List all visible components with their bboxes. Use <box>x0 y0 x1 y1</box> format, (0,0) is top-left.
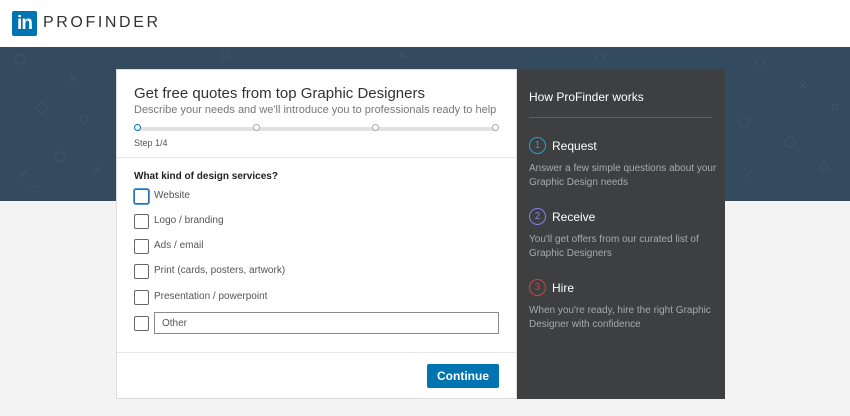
divider <box>117 352 516 353</box>
continue-button[interactable]: Continue <box>427 364 499 388</box>
form-title: Get free quotes from top Graphic Designe… <box>134 85 425 102</box>
top-bar: in PROFINDER <box>0 0 850 47</box>
panel-title: How ProFinder works <box>529 90 644 104</box>
progress-step-3 <box>372 124 379 131</box>
divider <box>117 157 516 158</box>
step-2-description: You'll get offers from our curated list … <box>529 234 699 259</box>
website-checkbox[interactable] <box>134 189 149 204</box>
step-2-badge: 2 <box>529 208 546 225</box>
option-label: Presentation / powerpoint <box>154 291 268 302</box>
other-input[interactable] <box>154 312 499 334</box>
option-label: Website <box>154 190 190 201</box>
option-label: Logo / branding <box>154 215 224 226</box>
logo-branding-checkbox[interactable] <box>134 214 149 229</box>
step-1-name: Request <box>552 139 597 153</box>
progress-step-4 <box>492 124 499 131</box>
linkedin-logo[interactable]: in <box>12 11 37 36</box>
ads-email-checkbox[interactable] <box>134 239 149 254</box>
question-label: What kind of design services? <box>134 171 278 182</box>
profinder-brand[interactable]: PROFINDER <box>43 14 161 32</box>
step-label: Step 1/4 <box>134 138 168 148</box>
how-it-works-panel: How ProFinder works 1 Request Answer a f… <box>517 69 725 399</box>
quote-form-card: Get free quotes from top Graphic Designe… <box>116 69 517 399</box>
progress-track <box>137 127 498 131</box>
step-2-name: Receive <box>552 210 596 224</box>
other-checkbox[interactable] <box>134 316 149 331</box>
progress-step-2 <box>253 124 260 131</box>
option-label: Print (cards, posters, artwork) <box>154 265 286 276</box>
step-3-badge: 3 <box>529 279 546 296</box>
step-1-description: Answer a few simple questions about your… <box>529 163 717 188</box>
option-label: Ads / email <box>154 240 204 251</box>
step-3-description: When you're ready, hire the right Graphi… <box>529 305 711 330</box>
form-subtitle: Describe your needs and we'll introduce … <box>134 104 497 116</box>
print-checkbox[interactable] <box>134 264 149 279</box>
step-3-name: Hire <box>552 281 575 295</box>
step-1-badge: 1 <box>529 137 546 154</box>
divider <box>529 117 712 118</box>
progress-step-1 <box>134 124 141 131</box>
presentation-checkbox[interactable] <box>134 290 149 305</box>
